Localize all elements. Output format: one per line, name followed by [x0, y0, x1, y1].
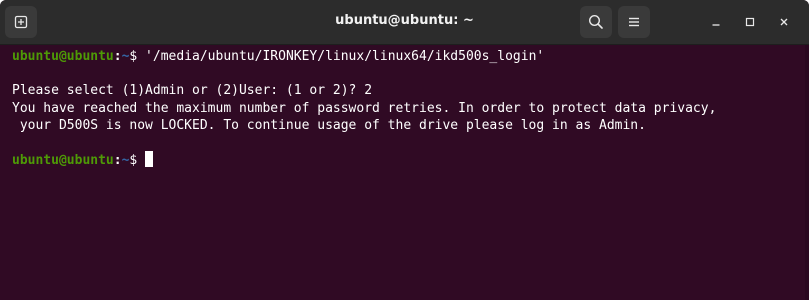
terminal-output-area[interactable]: ubuntu@ubuntu:~$ '/media/ubuntu/IRONKEY/…: [0, 45, 809, 300]
output-line-retries: You have reached the maximum number of p…: [12, 101, 717, 116]
minimize-icon: [712, 24, 720, 26]
output-line-select: Please select (1)Admin or (2)User: (1 or…: [12, 83, 373, 98]
text-cursor: [145, 151, 154, 167]
prompt-user-host: ubuntu@ubuntu: [12, 49, 114, 64]
terminal-window: ubuntu@ubuntu: ~ ubuntu@ubuntu:~$ '/medi…: [0, 0, 809, 300]
close-button[interactable]: [773, 11, 795, 33]
prompt-symbol: $: [129, 153, 138, 168]
window-title: ubuntu@ubuntu: ~: [335, 13, 474, 28]
prompt-separator: :: [113, 49, 122, 64]
menu-button[interactable]: [618, 6, 650, 38]
search-icon: [588, 14, 603, 29]
active-prompt-line[interactable]: ubuntu@ubuntu:~$: [12, 151, 154, 169]
prompt-user-host: ubuntu@ubuntu: [12, 153, 114, 168]
scrollbar-track[interactable]: [805, 45, 809, 300]
command-line: ubuntu@ubuntu:~$ '/media/ubuntu/IRONKEY/…: [12, 48, 544, 65]
entered-command: '/media/ubuntu/IRONKEY/linux/linux64/ikd…: [137, 49, 545, 64]
hamburger-menu-icon: [629, 17, 639, 27]
minimize-button[interactable]: [705, 11, 727, 33]
maximize-icon: [745, 17, 755, 27]
maximize-button[interactable]: [739, 11, 761, 33]
output-line-locked: your D500S is now LOCKED. To continue us…: [12, 118, 646, 133]
close-icon: [780, 18, 788, 26]
search-button[interactable]: [580, 6, 612, 38]
prompt-separator: :: [113, 153, 122, 168]
title-bar[interactable]: ubuntu@ubuntu: ~: [0, 0, 809, 45]
